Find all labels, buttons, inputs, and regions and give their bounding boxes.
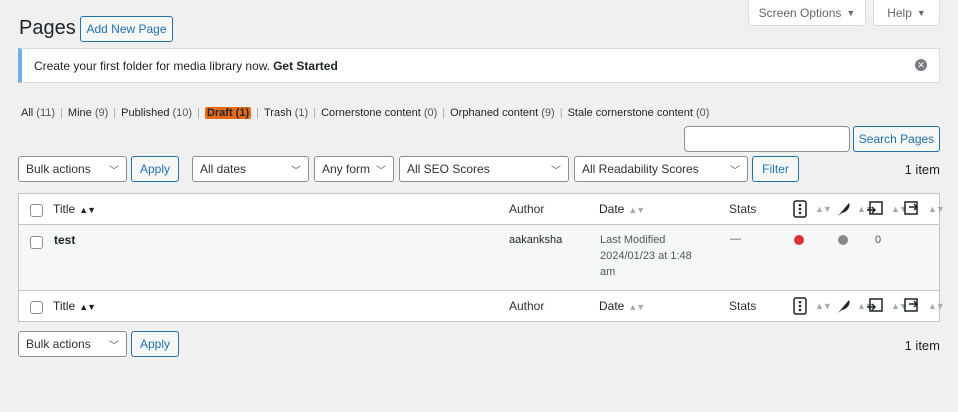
apply-button-bottom[interactable]: Apply [131,331,179,357]
form-select[interactable]: Any form ﹀ [314,156,394,182]
view-draft[interactable]: Draft (1) [204,107,252,119]
apply-button[interactable]: Apply [131,156,179,182]
caret-down-icon: ▼ [846,7,856,18]
column-date-footer[interactable]: Date ▲▼ [599,299,645,313]
sort-icon: ▲▼ [628,205,645,215]
column-date[interactable]: Date ▲▼ [599,202,645,216]
view-cornerstone[interactable]: Cornerstone content (0) [321,107,437,119]
row-date-time: am [600,266,616,278]
row-stats: — [730,233,741,245]
outgoing-links-icon[interactable] [866,298,884,317]
readability-scores-select[interactable]: All Readability Scores ﹀ [574,156,748,182]
row-author[interactable]: aakanksha [509,234,562,246]
column-stats: Stats [729,202,757,216]
chevron-down-icon: ﹀ [551,165,561,177]
sort-icon: ▲▼ [79,302,96,312]
view-filters: All (11) | Mine (9) | Published (10) | D… [21,107,710,119]
view-all[interactable]: All (11) [21,107,55,119]
sort-icon: ▲▼ [79,205,96,215]
table-footer: Title ▲▼ Author Date ▲▼ Stats ▲▼ ▲▼ ▲▼ ▲▼ [19,290,945,321]
incoming-links-icon[interactable] [903,298,921,317]
chevron-down-icon: ﹀ [291,165,301,177]
close-icon[interactable]: ✕ [915,59,927,71]
dates-select[interactable]: All dates ﹀ [192,156,309,182]
incoming-links-icon[interactable] [903,201,921,220]
help-label: Help [887,5,912,20]
readability-feather-icon[interactable] [837,298,851,317]
row-date-value: 2024/01/23 at 1:48 [600,250,692,262]
table-row: test aakanksha Last Modified 2024/01/23 … [19,225,939,290]
view-trash[interactable]: Trash (1) [264,107,308,119]
media-library-notice: Create your first folder for media libra… [18,48,940,83]
chevron-down-icon: ﹀ [376,165,386,177]
help-button[interactable]: Help ▼ [873,0,940,26]
row-date-status: Last Modified [600,234,666,246]
add-new-page-button[interactable]: Add New Page [80,16,173,42]
chevron-down-icon: ﹀ [109,165,119,177]
bulk-actions-select-bottom[interactable]: Bulk actions ﹀ [18,331,127,357]
readability-score-dot [838,235,848,245]
notice-text: Create your first folder for media libra… [34,58,271,73]
select-all-checkbox[interactable] [30,204,43,217]
view-mine[interactable]: Mine (9) [68,107,108,119]
sort-icon: ▲▼ [928,301,945,311]
items-count-bottom: 1 item [904,338,940,353]
sort-icon: ▲▼ [628,302,645,312]
screen-options-button[interactable]: Screen Options ▼ [748,0,866,26]
sort-icon: ▲▼ [815,301,832,311]
column-title-footer[interactable]: Title ▲▼ [53,299,96,313]
seo-score-dot [794,235,804,245]
search-input[interactable] [684,126,850,152]
row-title-link[interactable]: test [54,233,75,247]
screen-options-label: Screen Options [758,5,842,20]
row-links-count: 0 [875,234,882,246]
pages-table: Title ▲▼ Author Date ▲▼ Stats ▲▼ ▲▼ ▲▼ ▲▼ … [18,193,945,322]
search-pages-button[interactable]: Search Pages [853,126,940,152]
caret-down-icon: ▼ [916,7,926,18]
view-published[interactable]: Published (10) [121,107,192,119]
sort-icon: ▲▼ [928,204,945,214]
column-author-footer: Author [509,299,545,313]
notice-get-started-link[interactable]: Get Started [273,59,338,73]
filter-button[interactable]: Filter [752,156,799,182]
outgoing-links-icon[interactable] [866,201,884,220]
table-header: Title ▲▼ Author Date ▲▼ Stats ▲▼ ▲▼ ▲▼ ▲▼ [19,194,945,225]
readability-feather-icon[interactable] [837,201,851,220]
chevron-down-icon: ﹀ [730,165,740,177]
column-stats-footer: Stats [729,299,757,313]
row-checkbox[interactable] [30,236,43,249]
seo-scores-select[interactable]: All SEO Scores ﹀ [399,156,569,182]
items-count: 1 item [904,162,940,177]
view-orphaned[interactable]: Orphaned content (9) [450,107,555,119]
select-all-checkbox-footer[interactable] [30,301,43,314]
view-stale-cornerstone[interactable]: Stale cornerstone content (0) [568,107,710,119]
bulk-actions-select[interactable]: Bulk actions ﹀ [18,156,127,182]
column-author: Author [509,202,545,216]
page-title: Pages [19,17,76,39]
sort-icon: ▲▼ [815,204,832,214]
column-title[interactable]: Title ▲▼ [53,202,96,216]
chevron-down-icon: ﹀ [109,340,119,352]
seo-score-icon[interactable] [793,297,807,318]
seo-score-icon[interactable] [793,200,807,221]
